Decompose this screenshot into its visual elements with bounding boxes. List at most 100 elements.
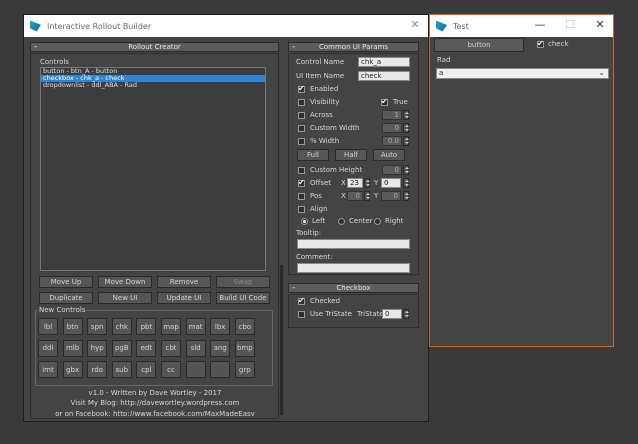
tristate-field[interactable]: 0 xyxy=(382,309,402,319)
offset-y-label: Y xyxy=(374,179,379,187)
new-control-button[interactable]: edt xyxy=(136,339,157,357)
new-control-button[interactable]: sld xyxy=(185,339,206,357)
test-title-bar[interactable]: Test — ☐ ✕ xyxy=(430,15,613,37)
pos-x-label: X xyxy=(341,192,346,200)
pct-width-spinner-arrows[interactable] xyxy=(403,136,409,146)
test-check-label: check xyxy=(548,40,569,48)
align-checkbox[interactable] xyxy=(298,206,305,213)
visibility-checkbox[interactable] xyxy=(298,99,305,106)
new-control-button[interactable]: cc xyxy=(161,361,181,378)
new-control-button[interactable]: cpl xyxy=(136,361,157,378)
new-control-button[interactable]: sub xyxy=(111,361,132,378)
maximize-icon[interactable]: ☐ xyxy=(563,18,577,31)
new-control-button[interactable]: chk xyxy=(111,318,132,335)
new-control-button[interactable]: rdo xyxy=(87,361,108,378)
visibility-true-checkbox[interactable] xyxy=(381,97,388,106)
new-control-button[interactable]: spn xyxy=(87,318,108,335)
update-ui-button[interactable]: Update UI xyxy=(157,292,211,304)
align-left-label: Left xyxy=(312,217,326,225)
pct-width-checkbox[interactable] xyxy=(298,138,305,145)
swap-button[interactable]: Swap xyxy=(216,276,270,288)
close-icon[interactable]: ✕ xyxy=(593,18,607,31)
checkbox-panel-header[interactable]: - Checkbox xyxy=(288,283,419,293)
new-control-button[interactable]: btn xyxy=(62,318,83,335)
duplicate-button[interactable]: Duplicate xyxy=(39,292,93,304)
new-control-button[interactable]: lbx xyxy=(210,318,231,335)
visibility-label: Visibility xyxy=(310,98,340,106)
pct-width-field[interactable]: 0.0 xyxy=(382,136,402,146)
new-control-button[interactable]: gbx xyxy=(62,361,83,378)
ui-item-name-field[interactable]: check xyxy=(358,71,410,81)
across-label: Across xyxy=(310,111,333,119)
pos-x-field[interactable]: 0 xyxy=(347,191,363,201)
tristate-spinner-arrows[interactable] xyxy=(403,309,409,319)
test-button[interactable]: button xyxy=(434,38,524,52)
new-control-button[interactable]: cbo xyxy=(234,318,255,335)
move-up-button[interactable]: Move Up xyxy=(39,276,93,288)
new-control-button[interactable]: lbl xyxy=(38,318,58,335)
custom-width-spinner-arrows[interactable] xyxy=(403,123,409,133)
offset-x-spinner-arrows[interactable] xyxy=(364,178,370,188)
new-control-button[interactable]: pgB xyxy=(111,339,132,357)
pos-checkbox[interactable] xyxy=(298,193,305,200)
new-control-button[interactable] xyxy=(210,361,231,378)
across-spinner-arrows[interactable] xyxy=(403,110,409,120)
comment-field[interactable] xyxy=(297,263,410,273)
new-ui-button[interactable]: New UI xyxy=(98,292,152,304)
comment-label: Comment: xyxy=(296,253,333,261)
offset-x-field[interactable]: 23 xyxy=(347,178,363,188)
remove-button[interactable]: Remove xyxy=(157,276,211,288)
main-window: Interactive Rollout Builder ✕ - Rollout … xyxy=(23,14,429,422)
main-title-bar[interactable]: Interactive Rollout Builder ✕ xyxy=(24,15,428,37)
full-button[interactable]: Full xyxy=(297,149,329,161)
custom-width-label: Custom Width xyxy=(310,124,360,132)
close-icon[interactable]: ✕ xyxy=(408,18,422,31)
use-tristate-checkbox[interactable] xyxy=(298,311,305,318)
offset-checkbox[interactable] xyxy=(298,178,305,187)
offset-y-spinner-arrows[interactable] xyxy=(403,178,409,188)
test-check-checkbox[interactable] xyxy=(537,39,544,48)
new-control-button[interactable]: ang xyxy=(210,339,231,357)
align-center-radio[interactable] xyxy=(338,218,345,225)
new-control-button[interactable]: cbt xyxy=(161,339,181,357)
minimize-icon[interactable]: — xyxy=(533,18,547,31)
new-control-button[interactable] xyxy=(185,361,206,378)
build-ui-code-button[interactable]: Build UI Code xyxy=(216,292,270,304)
custom-height-spinner-arrows[interactable] xyxy=(403,165,409,175)
across-spinner-field[interactable]: 1 xyxy=(382,110,402,120)
custom-height-field[interactable]: 0 xyxy=(382,165,402,175)
new-control-button[interactable]: mat xyxy=(185,318,206,335)
pos-y-field[interactable]: 0 xyxy=(381,191,401,201)
new-control-button[interactable]: imt xyxy=(38,361,58,378)
checked-checkbox[interactable] xyxy=(298,296,305,305)
custom-width-field[interactable]: 0 xyxy=(382,123,402,133)
align-left-radio[interactable] xyxy=(301,218,308,225)
tooltip-field[interactable] xyxy=(297,239,410,249)
rad-dropdown[interactable]: a ⌄ xyxy=(436,68,609,79)
across-checkbox[interactable] xyxy=(298,112,305,119)
list-item[interactable]: dropdownlist - ddl_ABA - Rad xyxy=(41,82,265,89)
controls-listbox[interactable]: button - btn_A - button checkbox - chk_a… xyxy=(40,67,266,271)
new-control-button[interactable]: map xyxy=(161,318,181,335)
pos-x-spinner-arrows[interactable] xyxy=(364,191,370,201)
control-name-field[interactable]: chk_a xyxy=(358,57,410,67)
app-icon xyxy=(30,20,41,32)
enabled-checkbox[interactable] xyxy=(298,84,305,93)
new-control-button[interactable]: hyp xyxy=(87,339,108,357)
new-control-button[interactable]: mlb xyxy=(62,339,83,357)
new-control-button[interactable]: pbt xyxy=(136,318,157,335)
half-button[interactable]: Half xyxy=(335,149,367,161)
auto-button[interactable]: Auto xyxy=(373,149,405,161)
custom-height-checkbox[interactable] xyxy=(298,167,305,174)
custom-width-checkbox[interactable] xyxy=(298,125,305,132)
offset-y-field[interactable]: 0 xyxy=(381,178,401,188)
move-down-button[interactable]: Move Down xyxy=(98,276,152,288)
use-tristate-label: Use TriState xyxy=(310,310,352,318)
new-control-button[interactable]: grp xyxy=(234,361,255,378)
new-control-button[interactable]: ddl xyxy=(38,339,58,357)
common-params-header[interactable]: - Common UI Params xyxy=(288,42,419,52)
rollout-creator-header[interactable]: - Rollout Creator xyxy=(30,42,279,52)
pos-y-spinner-arrows[interactable] xyxy=(403,191,409,201)
align-right-radio[interactable] xyxy=(374,218,381,225)
new-control-button[interactable]: bmp xyxy=(234,339,255,357)
